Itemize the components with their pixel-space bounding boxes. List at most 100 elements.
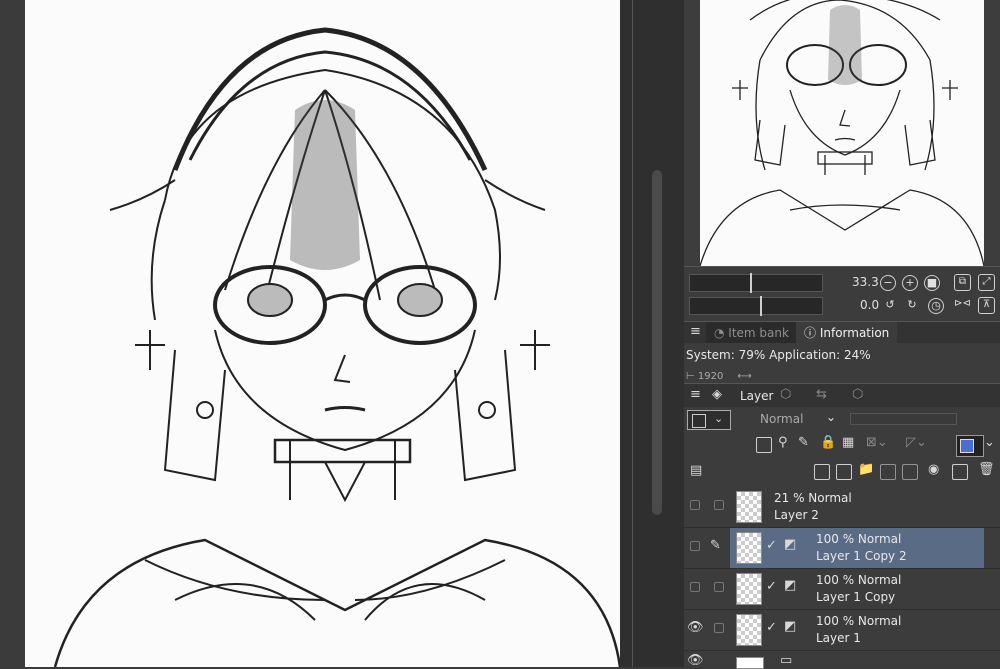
- zoom-value: 33.3: [852, 275, 879, 289]
- layer-name: Layer 1 Copy 2: [816, 549, 907, 563]
- lock-toggle[interactable]: [714, 623, 724, 633]
- zoom-slider-handle[interactable]: [750, 273, 752, 293]
- merge-down-icon[interactable]: [902, 464, 918, 480]
- tab-item-bank-label: Item bank: [728, 326, 789, 340]
- layer-list: 21 % Normal Layer 2 ✎ ✓ ◩ 100 % Normal L…: [684, 487, 1000, 669]
- layer-row-body[interactable]: ✓ ◩ 100 % Normal Layer 1 Copy: [730, 569, 984, 609]
- eye-icon[interactable]: 👁: [687, 620, 704, 635]
- transfer-down-icon[interactable]: [880, 464, 896, 480]
- checkmark-icon: ✓: [766, 579, 777, 594]
- blend-mode-value: Normal: [760, 412, 804, 426]
- drawing-canvas[interactable]: [25, 0, 620, 667]
- zoom-slider[interactable]: [689, 273, 823, 293]
- actual-size-icon[interactable]: ⧉: [954, 274, 971, 291]
- layer-row-partial[interactable]: 👁 ▭: [684, 651, 1000, 669]
- checkmark-icon: ✓: [766, 620, 777, 635]
- fit-view-icon[interactable]: ■: [924, 275, 940, 291]
- rotate-right-icon[interactable]: ↻: [904, 298, 920, 314]
- system-usage-text: System: 79% Application: 24%: [686, 348, 871, 362]
- reset-rotation-icon[interactable]: ◷: [928, 298, 944, 314]
- layer-list-icon[interactable]: ▤: [690, 463, 702, 478]
- info-panel-tabbar: ≡ ◔ Item bank ⓘ Information: [684, 321, 1000, 344]
- info-readout-row: ⊢ 1920 ⟷: [686, 371, 752, 383]
- layer-opacity-mode: 100 % Normal: [816, 532, 902, 546]
- layer-name: Layer 1: [816, 631, 861, 645]
- layer-panel-tabbar: ≡ ◈ Layer ⬡ ⇆ ⬡: [684, 383, 1000, 408]
- lock-toggle[interactable]: [714, 500, 724, 510]
- layer-thumbnail: [736, 657, 764, 669]
- mask-enable-icon[interactable]: ⊠⌄: [866, 435, 888, 450]
- info-icon: ⓘ: [804, 326, 820, 340]
- panel-divider[interactable]: [632, 0, 633, 667]
- layer-thumbnail: [736, 573, 762, 605]
- flip-horizontal-icon[interactable]: ⊳⊲: [954, 297, 971, 314]
- rotation-slider-handle[interactable]: [760, 296, 762, 316]
- navigator-controls: 33.3 − + ■ ⧉ ⤢ 0.0 ↺ ↻ ◷ ⊳⊲ ⊼: [684, 266, 1000, 321]
- layer-options: ⌄ Normal ⌄ ⚲ ✎ 🔒 ▦ ⊠⌄ ◸⌄ ⌄ ▤ 📁 ◉ 🗑: [684, 407, 1000, 487]
- fit-window-icon[interactable]: ⤢: [978, 274, 995, 291]
- draft-layer-icon[interactable]: ✎: [798, 435, 809, 450]
- layer-row[interactable]: ✓ ◩ 100 % Normal Layer 1 Copy: [684, 569, 1000, 610]
- layer-row[interactable]: 21 % Normal Layer 2: [684, 487, 1000, 528]
- tab-layer[interactable]: Layer: [740, 389, 773, 403]
- layers-icon[interactable]: ◈: [712, 387, 722, 402]
- rotation-value: 0.0: [860, 298, 880, 312]
- navigator-preview[interactable]: [700, 0, 984, 266]
- lock-transparency-icon[interactable]: ▦: [842, 435, 854, 450]
- new-raster-layer-icon[interactable]: [814, 464, 830, 480]
- eye-icon[interactable]: 👁: [687, 653, 704, 668]
- visibility-toggle[interactable]: [690, 500, 700, 510]
- tab-information[interactable]: ⓘ Information: [796, 322, 898, 344]
- chevron-down-icon[interactable]: ⌄: [984, 435, 995, 450]
- layer-row-body[interactable]: 21 % Normal Layer 2: [730, 487, 984, 527]
- canvas-vertical-scrollbar[interactable]: [652, 170, 662, 515]
- layer-panel-menu-icon[interactable]: ≡: [690, 387, 701, 402]
- blend-mode-select[interactable]: Normal ⌄: [750, 410, 840, 430]
- layer-mask-icon: ◩: [784, 619, 797, 634]
- layer-row[interactable]: 👁 ✓ ◩ 100 % Normal Layer 1: [684, 610, 1000, 651]
- width-icon: ⊢: [686, 371, 698, 382]
- layer-name: Layer 1 Copy: [816, 590, 896, 604]
- zoom-in-icon[interactable]: +: [902, 275, 918, 291]
- visibility-toggle[interactable]: [690, 541, 700, 551]
- layer-opacity-mode: 21 % Normal: [774, 491, 852, 505]
- visibility-toggle[interactable]: [690, 582, 700, 592]
- layer-color-dropdown[interactable]: ⌄: [687, 410, 731, 430]
- lock-icon[interactable]: 🔒: [820, 435, 836, 450]
- zoom-out-icon[interactable]: −: [880, 275, 896, 291]
- layer-color-button[interactable]: [956, 435, 984, 457]
- history-tab-icon[interactable]: ⇆: [816, 387, 827, 402]
- lock-toggle[interactable]: [714, 582, 724, 592]
- layer-row[interactable]: ✎ ✓ ◩ 100 % Normal Layer 1 Copy 2: [684, 528, 1000, 569]
- blue-swatch: [960, 439, 974, 453]
- apply-mask-icon[interactable]: [952, 464, 968, 480]
- layer-mask-icon: ▭: [780, 653, 793, 668]
- rotation-slider[interactable]: [689, 296, 823, 316]
- checkmark-icon: ✓: [766, 538, 777, 553]
- rotate-left-icon[interactable]: ↺: [882, 298, 898, 314]
- tab-item-bank[interactable]: ◔ Item bank: [706, 322, 797, 344]
- ruler-enable-icon[interactable]: ◸⌄: [906, 435, 927, 450]
- layer-row-body[interactable]: ✓ ◩ 100 % Normal Layer 1: [730, 610, 984, 650]
- layer-thumbnail: [736, 491, 762, 523]
- create-mask-icon[interactable]: ◉: [928, 462, 939, 477]
- layer-thumbnail: [736, 614, 762, 646]
- delete-layer-icon[interactable]: 🗑: [978, 462, 995, 477]
- layer-property-tab-icon[interactable]: ⬡: [780, 387, 791, 402]
- reference-layer-icon[interactable]: ⚲: [778, 435, 788, 450]
- layer-search-tab-icon[interactable]: ⬡: [852, 387, 863, 402]
- layer-thumbnail: [736, 532, 762, 564]
- tab-information-label: Information: [819, 326, 890, 340]
- layer-row-body[interactable]: ✓ ◩ 100 % Normal Layer 1 Copy 2: [730, 528, 984, 568]
- flip-vertical-icon[interactable]: ⊼: [978, 297, 995, 314]
- clipping-icon[interactable]: [756, 437, 772, 453]
- navigator-thumbnail: [700, 0, 984, 266]
- chevron-down-icon: ⌄: [826, 410, 837, 424]
- layer-name: Layer 2: [774, 508, 819, 522]
- canvas-area[interactable]: [0, 0, 620, 667]
- panel-menu-icon[interactable]: ≡: [690, 324, 701, 339]
- opacity-slider[interactable]: [850, 413, 957, 425]
- new-vector-layer-icon[interactable]: [836, 464, 852, 480]
- layer-opacity-mode: 100 % Normal: [816, 573, 902, 587]
- new-folder-icon[interactable]: 📁: [858, 462, 874, 477]
